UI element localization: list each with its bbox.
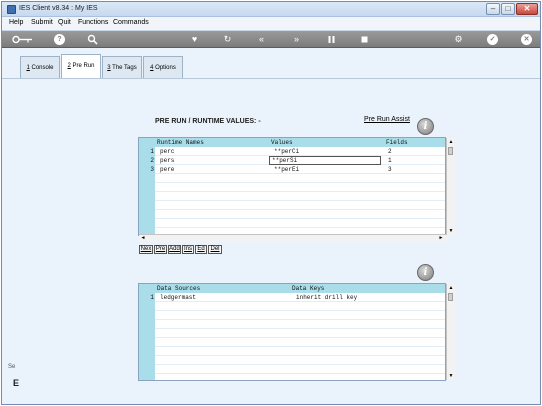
table-row[interactable]: pers **perSi 1 bbox=[155, 156, 445, 165]
tab-divider bbox=[2, 78, 540, 79]
scroll-up-icon[interactable]: ▲ bbox=[447, 284, 455, 292]
delete-button[interactable]: Del bbox=[208, 245, 222, 254]
tab-options[interactable]: 4 Options bbox=[143, 56, 183, 78]
empty-row bbox=[155, 174, 445, 183]
stop-icon[interactable] bbox=[359, 34, 370, 45]
table-row[interactable]: ledgermast inherit drill key bbox=[155, 293, 445, 302]
scroll-down-icon[interactable]: ▼ bbox=[447, 227, 455, 235]
scroll-down-icon[interactable]: ▼ bbox=[447, 372, 455, 380]
minimize-button[interactable]: – bbox=[486, 3, 500, 15]
rewind-icon[interactable]: « bbox=[256, 34, 267, 45]
empty-row bbox=[155, 356, 445, 365]
data-sources-grid: Data Sources Data Keys 1 ledgermast inhe… bbox=[138, 283, 455, 381]
maximize-button[interactable]: □ bbox=[501, 3, 515, 15]
grid-header: Data Sources Data Keys bbox=[139, 284, 445, 293]
empty-row bbox=[155, 347, 445, 356]
insert-button[interactable]: Ins bbox=[182, 245, 194, 254]
row-number: 3 bbox=[150, 166, 154, 173]
pause-icon[interactable] bbox=[326, 34, 337, 45]
col-data-keys: Data Keys bbox=[292, 285, 325, 292]
next-button[interactable]: Nex bbox=[139, 245, 153, 254]
check-icon[interactable]: ✓ bbox=[487, 34, 498, 45]
empty-row bbox=[155, 210, 445, 219]
key-icon[interactable] bbox=[12, 34, 34, 45]
table-row[interactable]: perc **perCi 2 bbox=[155, 147, 445, 156]
data-key-cell[interactable]: inherit drill key bbox=[296, 294, 357, 301]
grid-header: Runtime Names Values Fields bbox=[139, 138, 445, 147]
help-icon[interactable]: ? bbox=[54, 34, 65, 45]
empty-row bbox=[155, 320, 445, 329]
settings-icon[interactable]: ⚙ bbox=[453, 34, 464, 45]
data-source-cell[interactable]: ledgermast bbox=[160, 294, 196, 301]
menu-functions[interactable]: Functions bbox=[78, 19, 108, 26]
empty-row bbox=[155, 302, 445, 311]
runtime-values-grid: Runtime Names Values Fields 1 perc **per… bbox=[138, 137, 455, 242]
sidebar-fragment-icon: E bbox=[13, 378, 20, 388]
col-fields: Fields bbox=[386, 139, 408, 146]
col-data-sources: Data Sources bbox=[157, 285, 201, 292]
row-number: 1 bbox=[150, 294, 154, 301]
empty-row bbox=[155, 329, 445, 338]
edit-button[interactable]: Ed bbox=[195, 245, 207, 254]
value-cell[interactable]: **perCi bbox=[274, 148, 299, 155]
section-heading: PRE RUN / RUNTIME VALUES: - bbox=[155, 118, 261, 125]
empty-row bbox=[155, 201, 445, 210]
previous-button[interactable]: Pre bbox=[154, 245, 167, 254]
menu-quit[interactable]: Quit bbox=[58, 19, 71, 26]
fast-forward-icon[interactable]: » bbox=[291, 34, 302, 45]
runtime-name-cell[interactable]: pers bbox=[160, 157, 174, 164]
horizontal-scrollbar[interactable]: ◄ ► bbox=[139, 234, 447, 242]
tab-pre-run[interactable]: 2 Pre Run bbox=[61, 54, 101, 78]
empty-row bbox=[155, 365, 445, 374]
menu-submit[interactable]: Submit bbox=[31, 19, 53, 26]
tab-the-tags[interactable]: 3 The Tags bbox=[102, 56, 142, 78]
app-logo-icon bbox=[7, 5, 16, 14]
row-number: 1 bbox=[150, 148, 154, 155]
value-cell[interactable]: **perEi bbox=[274, 166, 299, 173]
field-cell[interactable]: 3 bbox=[388, 166, 392, 173]
scroll-thumb[interactable] bbox=[448, 293, 453, 301]
empty-row bbox=[155, 311, 445, 320]
search-icon[interactable] bbox=[87, 34, 98, 45]
title-bar: IES Client v8.34 : My IES – □ ✕ bbox=[2, 2, 540, 17]
tab-console[interactable]: 1 Console bbox=[20, 56, 60, 78]
row-number: 2 bbox=[150, 157, 154, 164]
vertical-scrollbar[interactable]: ▲ ▼ bbox=[446, 138, 455, 235]
empty-row bbox=[155, 183, 445, 192]
info-icon[interactable]: i bbox=[417, 118, 434, 135]
app-window: IES Client v8.34 : My IES – □ ✕ Help Sub… bbox=[1, 1, 541, 405]
col-runtime-names: Runtime Names bbox=[157, 139, 204, 146]
window-title: IES Client v8.34 : My IES bbox=[19, 5, 98, 12]
runtime-name-cell[interactable]: perc bbox=[160, 148, 174, 155]
sidebar-fragment-label: Se bbox=[8, 364, 16, 370]
refresh-icon[interactable]: ↻ bbox=[222, 34, 233, 45]
close-window-button[interactable]: ✕ bbox=[516, 3, 538, 15]
field-cell[interactable]: 2 bbox=[388, 148, 392, 155]
col-values: Values bbox=[271, 139, 293, 146]
menu-bar: Help Submit Quit Functions Commands bbox=[2, 17, 540, 31]
add-button[interactable]: Add bbox=[168, 245, 181, 254]
scroll-up-icon[interactable]: ▲ bbox=[447, 138, 455, 146]
scroll-thumb[interactable] bbox=[448, 147, 453, 155]
vertical-scrollbar[interactable]: ▲ ▼ bbox=[446, 284, 455, 380]
field-cell[interactable]: 1 bbox=[388, 157, 392, 164]
menu-help[interactable]: Help bbox=[9, 19, 23, 26]
close-icon[interactable]: ✕ bbox=[521, 34, 532, 45]
table-row[interactable]: pere **perEi 3 bbox=[155, 165, 445, 174]
empty-row bbox=[155, 192, 445, 201]
empty-row bbox=[155, 219, 445, 228]
scroll-left-icon[interactable]: ◄ bbox=[139, 235, 147, 242]
info-icon[interactable]: i bbox=[417, 264, 434, 281]
menu-commands[interactable]: Commands bbox=[113, 19, 149, 26]
heart-icon[interactable]: ♥ bbox=[189, 34, 200, 45]
scroll-right-icon[interactable]: ► bbox=[437, 235, 445, 242]
runtime-name-cell[interactable]: pere bbox=[160, 166, 174, 173]
value-cell[interactable]: **perSi bbox=[272, 157, 297, 164]
toolbar: ? ♥ ↻ « » ⚙ ✓ ✕ bbox=[2, 31, 540, 48]
empty-row bbox=[155, 338, 445, 347]
pre-run-assist-link[interactable]: Pre Run Assist bbox=[364, 116, 410, 123]
